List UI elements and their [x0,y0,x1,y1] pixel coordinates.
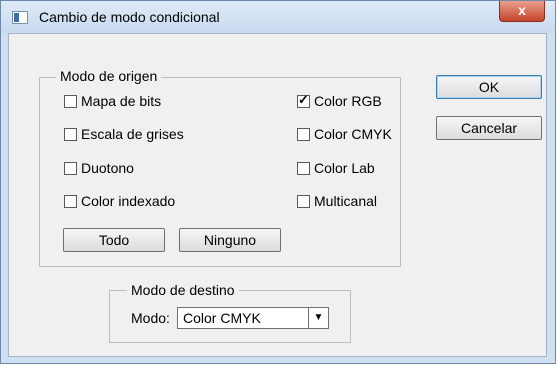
checkbox-color-lab[interactable]: Color Lab [297,159,375,177]
checkbox-box[interactable] [64,94,77,108]
chevron-down-icon[interactable]: ▼ [308,308,328,328]
checkbox-label: Mapa de bits [81,93,162,109]
source-mode-legend: Modo de origen [56,68,162,84]
mode-dropdown-value: Color CMYK [183,310,261,326]
dialog-window: Cambio de modo condicional x Modo de ori… [0,0,556,364]
close-button[interactable]: x [499,1,545,22]
checkbox-mapa-de-bits[interactable]: Mapa de bits [64,92,161,110]
checkbox-label: Color Lab [314,160,375,176]
checkbox-box[interactable] [297,127,310,141]
checkbox-box[interactable] [64,161,77,175]
checkbox-label: Color CMYK [314,126,392,142]
checkbox-box[interactable] [297,161,310,175]
checkbox-color-indexado[interactable]: Color indexado [64,192,175,210]
mode-label: Modo: [131,310,170,326]
checkbox-multicanal[interactable]: Multicanal [297,192,377,210]
app-icon [12,11,28,24]
checkbox-escala-de-grises[interactable]: Escala de grises [64,125,184,143]
checkbox-box[interactable] [64,127,77,141]
select-all-button[interactable]: Todo [63,228,165,252]
cancel-button[interactable]: Cancelar [436,116,542,140]
title-bar[interactable]: Cambio de modo condicional x [1,1,555,33]
checkbox-box-checked[interactable] [297,92,310,108]
checkbox-color-rgb[interactable]: Color RGB [297,92,382,110]
checkbox-duotono[interactable]: Duotono [64,159,134,177]
select-none-button[interactable]: Ninguno [179,228,281,252]
window-title: Cambio de modo condicional [39,9,220,25]
checkbox-label: Color RGB [314,93,382,109]
checkbox-label: Multicanal [314,193,378,209]
mode-dropdown[interactable]: Color CMYK ▼ [177,307,329,329]
target-mode-legend: Modo de destino [127,282,239,298]
checkbox-label: Escala de grises [81,126,184,142]
checkbox-color-cmyk[interactable]: Color CMYK [297,125,392,143]
checkbox-box[interactable] [297,194,310,208]
checkbox-box[interactable] [64,194,77,208]
ok-button[interactable]: OK [436,75,542,99]
checkbox-label: Duotono [81,160,134,176]
checkbox-label: Color indexado [81,193,176,209]
